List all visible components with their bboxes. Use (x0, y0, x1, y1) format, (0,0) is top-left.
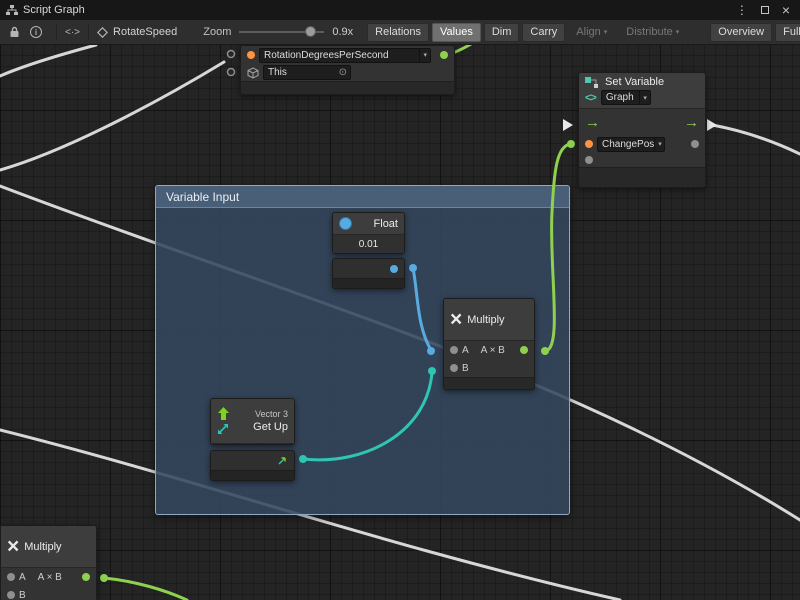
maximize-icon[interactable] (761, 6, 769, 14)
scope-dropdown[interactable]: Graph ▾ (601, 90, 651, 105)
target-value: This (268, 67, 287, 78)
node-title: Multiply (24, 541, 61, 553)
info-icon[interactable]: i (30, 26, 42, 38)
lock-icon[interactable] (9, 26, 20, 38)
cube-icon (247, 67, 259, 79)
port-output[interactable] (82, 573, 90, 581)
window-title: Script Graph (23, 4, 85, 16)
up-arrow-icon (218, 407, 229, 420)
port-input-b[interactable] (7, 591, 15, 599)
group-title: Variable Input (166, 190, 239, 204)
title-bar: Script Graph ⋮ × (0, 0, 800, 20)
relations-button[interactable]: Relations (367, 23, 429, 42)
port-input-b[interactable] (450, 364, 458, 372)
node-title: Float (374, 218, 398, 230)
target-object-field[interactable]: This ⊙ (263, 65, 351, 80)
set-variable-node[interactable]: Set Variable <> Graph ▾ → → ChangePos ▾ (578, 72, 706, 188)
node-title: Get Up (253, 421, 288, 433)
object-picker-icon[interactable]: ⊙ (339, 67, 347, 78)
variable-name-value: RotationDegreesPerSecond (264, 50, 389, 61)
toolbar-separator (56, 24, 57, 40)
script-graph-window: Variable Input RotationDegreesPerSecond … (0, 0, 800, 600)
output-label: A × B (38, 572, 62, 583)
port-b-label: B (462, 363, 469, 374)
script-machine-icon (97, 27, 108, 38)
port-b-label: B (19, 590, 26, 600)
port-variable-name[interactable] (247, 51, 255, 59)
get-up-node[interactable]: Vector 3 Get Up (210, 398, 295, 445)
dropdown-arrow-icon: ▾ (419, 49, 430, 62)
port-float-output[interactable] (390, 265, 398, 273)
multiply-icon: × (7, 536, 19, 557)
carry-button[interactable]: Carry (522, 23, 565, 42)
set-variable-icon (585, 77, 600, 88)
group-header[interactable]: Variable Input (156, 186, 569, 208)
node-title: Multiply (467, 314, 504, 326)
code-icon: <> (585, 92, 596, 104)
flow-output-port[interactable]: → (684, 115, 699, 130)
multiply-icon: × (450, 309, 462, 330)
zoom-value: 0.9x (332, 26, 353, 38)
scope-value: Graph (606, 92, 634, 103)
node-title: Set Variable (605, 76, 664, 88)
port-a-label: A (19, 572, 26, 583)
zoom-slider-handle[interactable] (305, 26, 316, 37)
machine-name[interactable]: RotateSpeed (113, 26, 177, 38)
port-output[interactable] (520, 346, 528, 354)
script-graph-icon (6, 4, 18, 16)
port-vector-output-icon[interactable] (276, 455, 288, 467)
get-variable-node[interactable]: RotationDegreesPerSecond ▾ This ⊙ (240, 45, 455, 95)
zoom-slider[interactable] (239, 26, 324, 38)
node-footer (579, 167, 705, 187)
toolbar-separator (88, 24, 89, 40)
align-button: Align▾ (568, 23, 615, 42)
port-a-label: A (462, 345, 469, 356)
strip-footer (211, 470, 294, 480)
node-type-label: Vector 3 (255, 409, 288, 419)
values-button[interactable]: Values (432, 23, 481, 42)
variable-name-value: ChangePos (602, 139, 654, 150)
multiply-node[interactable]: × Multiply A A × B B (443, 298, 535, 390)
float-value[interactable]: 0.01 (359, 239, 378, 250)
port-variable-name[interactable] (585, 140, 593, 148)
port-input-a[interactable] (7, 573, 15, 581)
port-value-input[interactable] (585, 156, 593, 164)
float-type-icon (339, 217, 352, 230)
close-icon[interactable]: × (778, 3, 794, 17)
port-getvariable-output[interactable] (440, 51, 448, 59)
port-value-output[interactable] (691, 140, 699, 148)
variable-name-dropdown[interactable]: RotationDegreesPerSecond ▾ (259, 48, 431, 63)
get-up-node-footer[interactable] (210, 450, 295, 481)
node-footer (241, 81, 454, 94)
multiply-node-bottom[interactable]: × Multiply A A × B B (0, 525, 97, 600)
variable-name-dropdown[interactable]: ChangePos ▾ (597, 137, 665, 152)
dropdown-arrow-icon: ▾ (639, 91, 650, 104)
dim-button[interactable]: Dim (484, 23, 520, 42)
output-label: A × B (481, 345, 505, 356)
port-input-a[interactable] (450, 346, 458, 354)
dropdown-arrow-icon: ▾ (654, 138, 665, 151)
zoom-label: Zoom (203, 26, 231, 38)
float-node[interactable]: Float 0.01 (332, 212, 405, 254)
node-footer (444, 377, 534, 389)
strip-footer (333, 278, 404, 288)
kebab-menu-icon[interactable]: ⋮ (732, 4, 752, 16)
vector-arrows-icon (217, 423, 229, 435)
overview-button[interactable]: Overview (710, 23, 772, 42)
distribute-button: Distribute▾ (618, 23, 687, 42)
float-node-footer[interactable] (332, 258, 405, 289)
full-screen-button[interactable]: Full Screen (775, 23, 800, 42)
flow-input-port[interactable]: → (585, 115, 600, 130)
code-toggle-icon[interactable]: <·> (65, 27, 80, 38)
graph-toolbar: i <·> RotateSpeed Zoom 0.9x Relations Va… (0, 20, 800, 45)
